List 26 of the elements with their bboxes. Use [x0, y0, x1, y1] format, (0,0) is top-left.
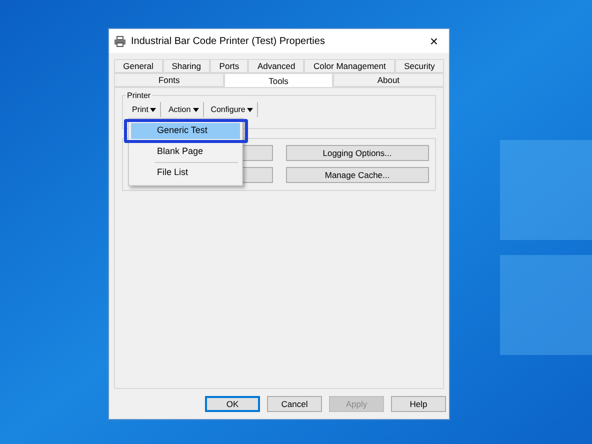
window-title: Industrial Bar Code Printer (Test) Properties: [131, 34, 326, 48]
dialog-button[interactable]: Help: [391, 396, 446, 412]
menu-item[interactable]: File List: [131, 165, 240, 181]
tab[interactable]: Fonts: [114, 73, 224, 87]
caret-icon: [192, 108, 199, 112]
tab[interactable]: Sharing: [162, 59, 210, 73]
menu-button[interactable]: Configure: [206, 102, 258, 117]
tab[interactable]: Security: [395, 59, 444, 73]
menu-button[interactable]: Action: [164, 102, 204, 117]
caret-icon: [247, 108, 254, 112]
tab[interactable]: About: [332, 73, 444, 87]
tab[interactable]: Color Management: [304, 59, 395, 73]
dialog-button[interactable]: OK: [205, 396, 260, 412]
menu-item[interactable]: Generic Test: [131, 123, 240, 139]
tool-button[interactable]: Manage Cache...: [286, 167, 429, 183]
tool-button[interactable]: Logging Options...: [286, 145, 429, 161]
menu-button[interactable]: Print: [128, 102, 162, 117]
tab[interactable]: Tools: [224, 73, 333, 88]
tab[interactable]: General: [114, 59, 163, 73]
dialog-button[interactable]: Cancel: [267, 396, 322, 412]
tab[interactable]: Advanced: [248, 59, 304, 73]
close-button[interactable]: ×: [424, 34, 444, 48]
tab[interactable]: Ports: [210, 59, 248, 73]
caret-icon: [150, 108, 156, 112]
printer-icon: [114, 36, 126, 46]
menu-item[interactable]: Blank Page: [131, 144, 240, 160]
